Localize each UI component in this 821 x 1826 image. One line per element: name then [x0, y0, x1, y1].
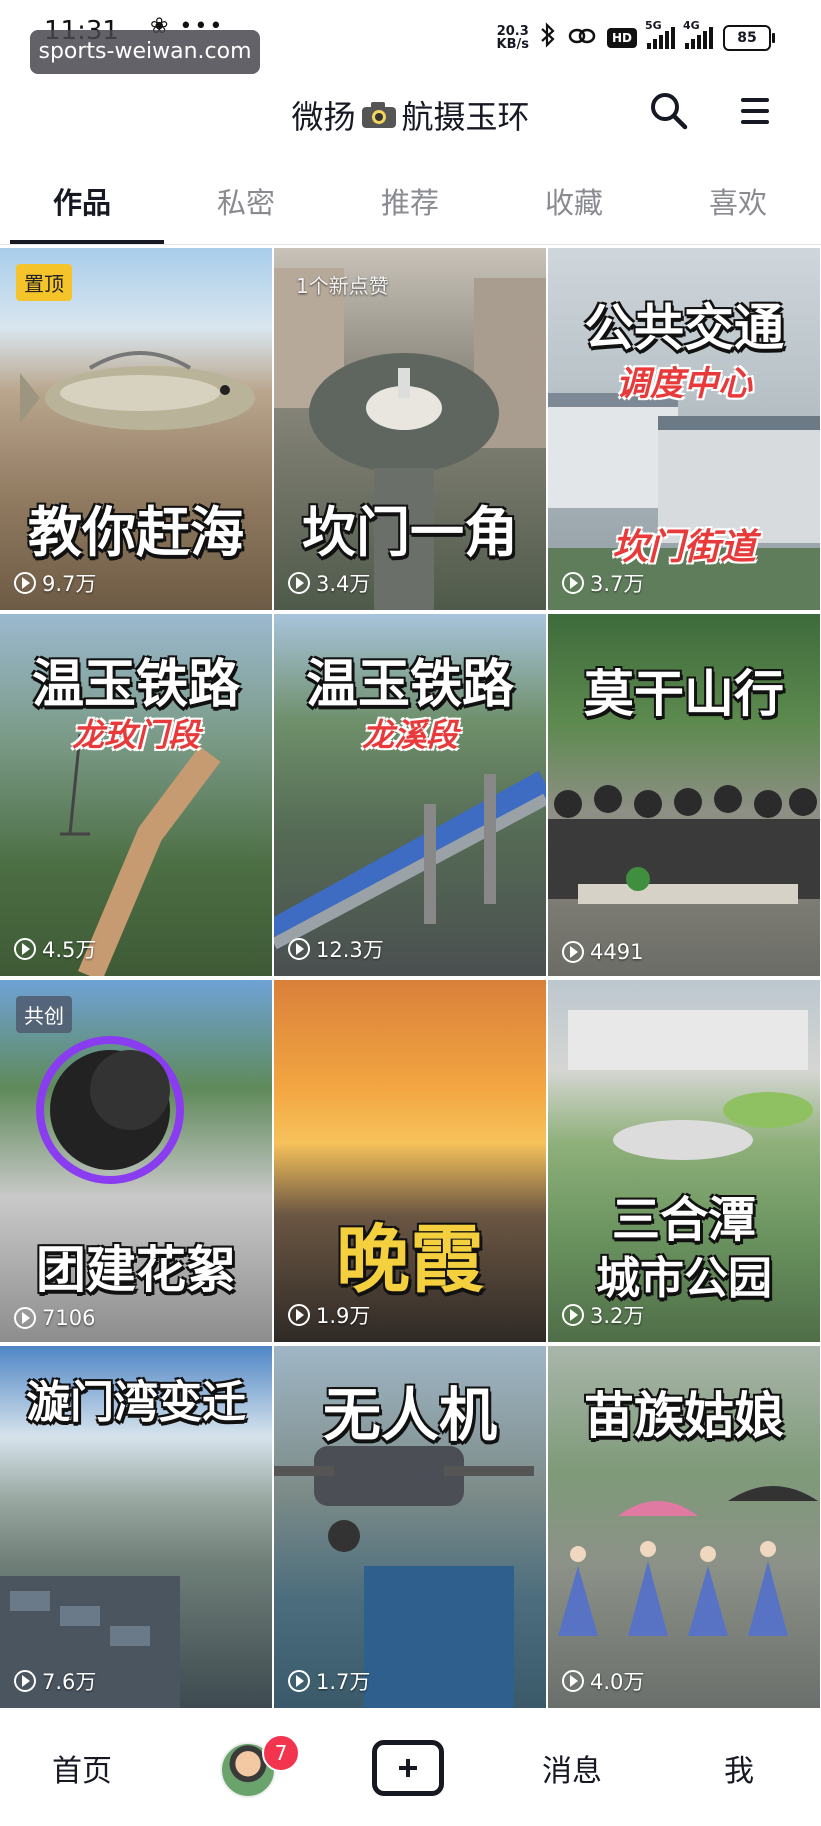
status-bar: 11:31 ❀ ••• sports-weiwan.com 20.3 KB/s … — [0, 0, 821, 76]
view-count: 1.7万 — [288, 1666, 370, 1696]
divider — [0, 244, 821, 245]
video-subtitle: 城市公园 — [596, 1253, 772, 1304]
video-title: 教你赶海 — [28, 501, 244, 564]
nav-messages[interactable]: 消息 — [542, 1746, 602, 1790]
signal-5g-icon: 5G — [645, 19, 675, 49]
video-title: 团建花絮 — [36, 1241, 236, 1299]
view-count: 1.9万 — [288, 1300, 370, 1330]
video-tile[interactable]: 公共交通 调度中心 坎门街道 3.7万 — [548, 248, 820, 610]
bottom-navigation: 首页 7 消息 我 — [0, 1712, 821, 1826]
play-icon — [562, 572, 584, 594]
video-title: 莫干山行 — [584, 665, 784, 723]
tab-works[interactable]: 作品 — [0, 180, 164, 222]
bluetooth-icon — [539, 22, 557, 54]
tab-private[interactable]: 私密 — [164, 180, 328, 222]
play-icon — [288, 1304, 310, 1326]
content-tabs: 作品 私密 推荐 收藏 喜欢 — [0, 180, 821, 246]
video-tile[interactable]: 漩门湾变迁 7.6万 — [0, 1346, 272, 1708]
play-icon — [14, 572, 36, 594]
video-tile[interactable]: 温玉铁路 龙玫门段 4.5万 — [0, 614, 272, 976]
camera-icon — [360, 100, 398, 130]
play-icon — [562, 1304, 584, 1326]
video-tile[interactable]: 温玉铁路 龙溪段 12.3万 — [274, 614, 546, 976]
video-tile[interactable]: 晚霞 1.9万 — [274, 980, 546, 1342]
link-icon — [567, 24, 597, 52]
play-icon — [562, 1670, 584, 1692]
video-title: 温玉铁路 — [305, 655, 514, 715]
hamburger-menu-icon[interactable] — [738, 92, 772, 130]
new-like-note: 1个新点赞 — [296, 274, 389, 298]
co-create-badge: 共创 — [16, 996, 72, 1033]
video-title: 漩门湾变迁 — [26, 1377, 246, 1428]
view-count: 7106 — [14, 1306, 95, 1330]
video-title: 苗族姑娘 — [584, 1387, 784, 1445]
play-icon — [14, 1307, 36, 1329]
pinned-badge: 置顶 — [16, 264, 72, 301]
profile-header: 微扬 航摄玉环 — [0, 80, 821, 150]
play-icon — [288, 938, 310, 960]
fish-illustration — [20, 351, 255, 430]
title-part-2: 航摄玉环 — [401, 98, 530, 136]
search-icon[interactable] — [648, 90, 690, 132]
view-count: 12.3万 — [288, 934, 384, 964]
video-subtitle: 龙玫门段 — [71, 716, 200, 754]
title-part-1: 微扬 — [291, 98, 356, 136]
view-count: 4491 — [562, 940, 643, 964]
video-tile[interactable]: 共创 团建花絮 7106 — [0, 980, 272, 1342]
view-count: 3.2万 — [562, 1300, 644, 1330]
play-icon — [14, 938, 36, 960]
battery-icon: 85 — [723, 25, 775, 51]
view-count: 7.6万 — [14, 1666, 96, 1696]
video-subtitle: 龙溪段 — [361, 716, 458, 754]
video-subtitle: 调度中心 — [616, 364, 752, 404]
play-icon — [562, 941, 584, 963]
play-icon — [14, 1670, 36, 1692]
video-title: 三合潭 — [611, 1192, 756, 1248]
video-title: 晚霞 — [336, 1217, 484, 1303]
video-tile[interactable]: 莫干山行 4491 — [548, 614, 820, 976]
view-count: 3.4万 — [288, 568, 370, 598]
video-title: 温玉铁路 — [31, 655, 240, 715]
tab-likes[interactable]: 喜欢 — [656, 180, 820, 222]
play-icon — [288, 1670, 310, 1692]
network-speed: 20.3 KB/s — [496, 24, 529, 52]
create-post-button[interactable] — [372, 1740, 444, 1796]
view-count: 3.7万 — [562, 568, 644, 598]
video-title: 公共交通 — [584, 299, 784, 357]
video-title: 坎门一角 — [302, 501, 518, 564]
tab-recommend[interactable]: 推荐 — [328, 180, 492, 222]
video-grid: 置顶 教你赶海 9.7万 1个新点赞 坎门一角 3.4万 公共交通 调度中心 坎… — [0, 248, 821, 1708]
notification-badge: 7 — [262, 1734, 300, 1772]
nav-home[interactable]: 首页 — [52, 1746, 112, 1790]
hd-voice-badge: HD — [606, 28, 637, 48]
signal-4g-icon: 4G — [683, 19, 713, 49]
video-tile[interactable]: 苗族姑娘 4.0万 — [548, 1346, 820, 1708]
video-tile[interactable]: 无人机 1.7万 — [274, 1346, 546, 1708]
profile-title: 微扬 航摄玉环 — [0, 92, 821, 138]
video-caption: 坎门街道 — [611, 527, 756, 568]
nav-me[interactable]: 我 — [724, 1746, 754, 1790]
tab-favorites[interactable]: 收藏 — [492, 180, 656, 222]
view-count: 4.0万 — [562, 1666, 644, 1696]
view-count: 9.7万 — [14, 568, 96, 598]
play-icon — [288, 572, 310, 594]
video-tile[interactable]: 1个新点赞 坎门一角 3.4万 — [274, 248, 546, 610]
video-title: 无人机 — [322, 1381, 497, 1449]
status-indicators: 20.3 KB/s HD 5G 4G 85 — [496, 19, 775, 56]
video-tile[interactable]: 置顶 教你赶海 9.7万 — [0, 248, 272, 610]
video-tile[interactable]: 三合潭 城市公园 3.2万 — [548, 980, 820, 1342]
watermark: sports-weiwan.com — [30, 30, 260, 74]
view-count: 4.5万 — [14, 934, 96, 964]
